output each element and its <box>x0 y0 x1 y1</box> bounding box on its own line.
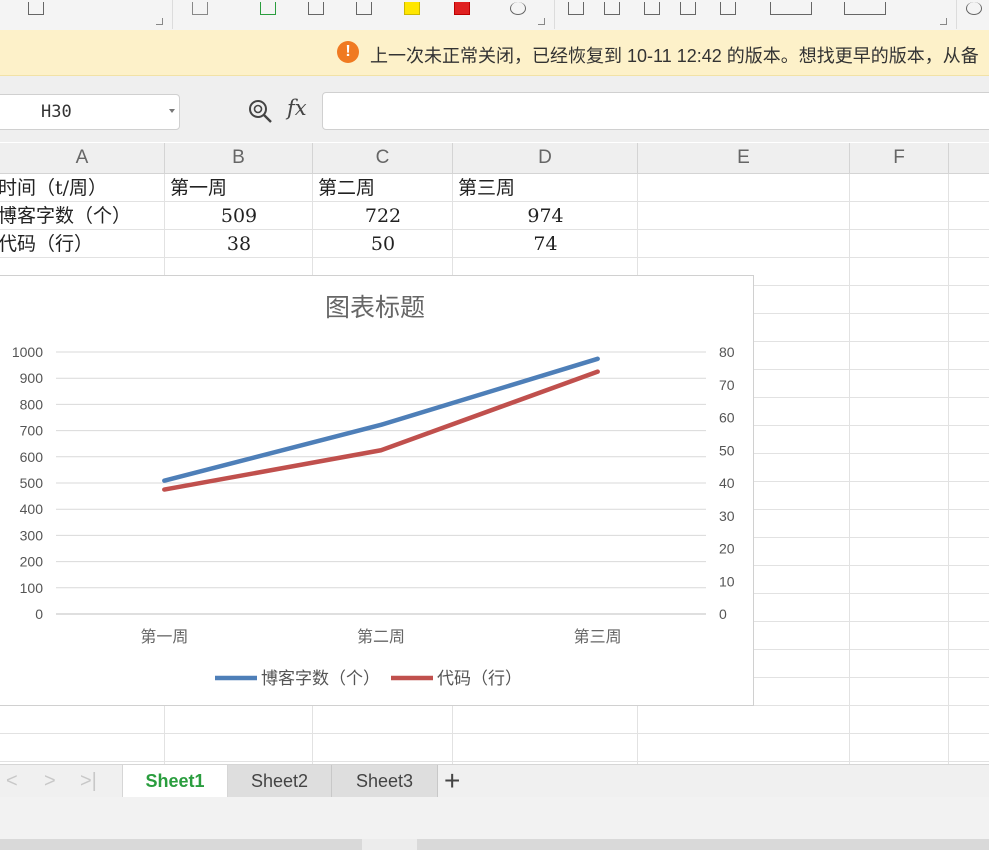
cell-c1[interactable]: 第二周 <box>318 175 450 202</box>
y2-tick-label: 40 <box>719 475 735 491</box>
y2-tick-label: 80 <box>719 344 735 360</box>
column-header-c[interactable]: C <box>313 143 453 173</box>
chart-canvas: 图表标题 0 100 200 300 400 500 600 700 800 900 1000 0 10 2… <box>12 293 735 689</box>
recovery-notification: ! 上一次未正常关闭，已经恢复到 10-11 12:42 的版本。想找更早的版本… <box>0 30 989 76</box>
align-left-icon[interactable] <box>680 2 696 15</box>
grid-line <box>849 174 850 764</box>
tab-sheet1[interactable]: Sheet1 <box>122 765 228 797</box>
cell-style-icon[interactable] <box>356 2 372 15</box>
y-tick-label: 1000 <box>12 344 43 360</box>
zoom-icon[interactable] <box>247 98 273 124</box>
y-tick-label: 500 <box>20 475 44 491</box>
chart-title: 图表标题 <box>325 293 425 322</box>
y-tick-label: 600 <box>20 449 44 465</box>
scrollbar-thumb[interactable] <box>362 839 417 850</box>
bold-icon[interactable] <box>192 2 208 15</box>
notification-message: 上一次未正常关闭，已经恢复到 10-11 12:42 的版本。想找更早的版本，从… <box>370 46 979 66</box>
first-sheet-icon[interactable]: < <box>6 770 18 793</box>
column-header-e[interactable]: E <box>638 143 850 173</box>
x-tick-label: 第二周 <box>357 627 405 646</box>
y-tick-label: 700 <box>20 423 44 439</box>
horizontal-scrollbar[interactable] <box>0 839 989 850</box>
y-tick-label: 200 <box>20 554 44 570</box>
y2-tick-label: 30 <box>719 508 735 524</box>
ribbon-group-clipboard <box>0 0 173 29</box>
formula-bar: H30 fx <box>0 76 989 142</box>
y-tick-label: 0 <box>35 606 43 622</box>
cell-d1[interactable]: 第三周 <box>458 175 634 202</box>
y-tick-label: 400 <box>20 501 44 517</box>
y2-tick-label: 20 <box>719 541 735 557</box>
x-tick-label: 第一周 <box>140 627 188 646</box>
column-header-a[interactable]: A <box>0 143 165 173</box>
fx-icon[interactable]: fx <box>287 96 307 120</box>
warning-icon: ! <box>337 41 359 63</box>
cell-b2[interactable]: 509 <box>165 203 313 230</box>
group-expand-icon[interactable] <box>940 18 947 25</box>
cell-b1[interactable]: 第一周 <box>170 175 310 202</box>
cell-c3[interactable]: 50 <box>313 231 453 258</box>
add-sheet-button[interactable]: + <box>444 766 460 796</box>
last-sheet-icon[interactable]: >| <box>80 770 97 793</box>
paste-icon[interactable] <box>28 2 44 15</box>
clear-format-icon[interactable] <box>510 2 526 15</box>
formula-input[interactable] <box>322 92 989 130</box>
y-tick-label: 100 <box>20 580 44 596</box>
sheet-tab-bar: < > >| Sheet1 Sheet2 Sheet3 + <box>0 764 989 798</box>
y2-tick-label: 10 <box>719 573 735 589</box>
x-tick-label: 第三周 <box>574 627 622 646</box>
column-header-b[interactable]: B <box>165 143 313 173</box>
column-header-d[interactable]: D <box>453 143 638 173</box>
y2-tick-label: 70 <box>719 377 735 393</box>
name-box[interactable]: H30 <box>0 94 180 130</box>
cell-a3[interactable]: 代码（行） <box>0 231 164 258</box>
column-header-g[interactable] <box>949 143 989 173</box>
merge-center-icon[interactable] <box>770 2 812 15</box>
group-expand-icon[interactable] <box>538 18 545 25</box>
tab-sheet2[interactable]: Sheet2 <box>228 765 332 797</box>
ribbon-toolbar <box>0 0 989 31</box>
border-icon[interactable] <box>308 2 324 15</box>
status-bar <box>0 797 989 839</box>
name-box-value: H30 <box>41 102 72 122</box>
y2-tick-label: 60 <box>719 410 735 426</box>
cell-b3[interactable]: 38 <box>165 231 313 258</box>
cell-a2[interactable]: 博客字数（个） <box>0 203 164 230</box>
fill-color-icon[interactable] <box>404 2 420 15</box>
y2-tick-label: 50 <box>719 442 735 458</box>
number-format-icon[interactable] <box>966 2 982 15</box>
group-expand-icon[interactable] <box>156 18 163 25</box>
legend-label-1: 博客字数（个） <box>261 669 380 689</box>
align-center-icon[interactable] <box>720 2 736 15</box>
align-top-icon[interactable] <box>568 2 584 15</box>
align-middle-icon[interactable] <box>604 2 620 15</box>
y-tick-label: 300 <box>20 527 44 543</box>
underline-icon[interactable] <box>260 2 276 15</box>
y-tick-label: 900 <box>20 370 44 386</box>
series-line-1 <box>162 356 600 483</box>
ribbon-group-font <box>172 0 555 29</box>
cell-c2[interactable]: 722 <box>313 203 453 230</box>
wrap-text-icon[interactable] <box>844 2 886 15</box>
cell-d2[interactable]: 974 <box>453 203 638 230</box>
legend-label-2: 代码（行） <box>437 669 522 689</box>
chevron-down-icon[interactable] <box>169 109 175 113</box>
column-headers: A B C D E F <box>0 143 989 174</box>
column-header-f[interactable]: F <box>850 143 949 173</box>
line-chart[interactable]: 图表标题 0 100 200 300 400 500 600 700 800 900 1000 0 10 2… <box>0 275 754 706</box>
next-sheet-icon[interactable]: > <box>44 770 56 793</box>
align-bottom-icon[interactable] <box>644 2 660 15</box>
y2-tick-label: 0 <box>719 606 727 622</box>
font-color-icon[interactable] <box>454 2 470 15</box>
cell-d3[interactable]: 74 <box>453 231 638 258</box>
tab-sheet3[interactable]: Sheet3 <box>332 765 438 797</box>
y-tick-label: 800 <box>20 396 44 412</box>
ribbon-group-alignment <box>554 0 957 29</box>
cell-a1[interactable]: 时间（t/周） <box>0 175 164 202</box>
grid-line <box>948 174 949 764</box>
